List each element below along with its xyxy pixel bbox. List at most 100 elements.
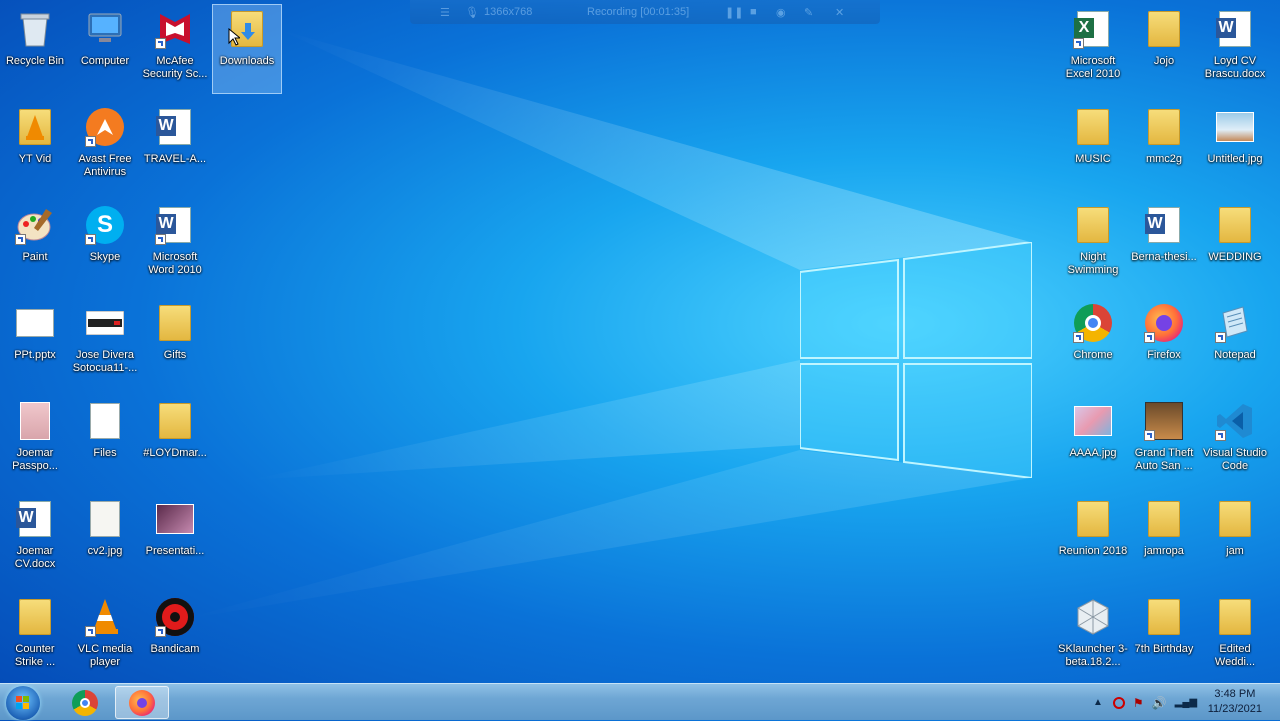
desktop-icon-sklauncher[interactable]: SKlauncher 3-beta.18.2... [1058, 592, 1128, 682]
desktop-icon-presentation[interactable]: Presentati... [140, 494, 210, 584]
volume-icon[interactable]: 🔊 [1152, 696, 1167, 710]
paint-icon [15, 205, 55, 245]
icon-label: Night Swimming [1067, 251, 1119, 276]
desktop-icon-berna-thesis[interactable]: Berna-thesi... [1129, 200, 1199, 290]
icon-label: 7th Birthday [1134, 643, 1194, 655]
folder-icon [1215, 205, 1255, 245]
shortcut-arrow-icon [1215, 332, 1226, 343]
firefox-icon [129, 689, 155, 716]
icon-label: TRAVEL-A... [143, 153, 207, 165]
desktop-icon-gta[interactable]: Grand Theft Auto San ... [1129, 396, 1199, 486]
desktop-icon-paint[interactable]: Paint [0, 200, 70, 290]
mcafee-icon [155, 9, 195, 49]
desktop-icon-bandicam[interactable]: Bandicam [140, 592, 210, 682]
desktop-icon-counter-strike[interactable]: Counter Strike ... [0, 592, 70, 682]
taskbar-app-chrome[interactable] [58, 686, 112, 719]
shortcut-arrow-icon [1144, 430, 1155, 441]
desktop-icon-music[interactable]: MUSIC [1058, 102, 1128, 192]
network-icon[interactable]: ▂▄▆ [1175, 697, 1197, 708]
image-icon [85, 499, 125, 539]
desktop-icon-jose-divera[interactable]: Jose Divera Sotocua11-... [70, 298, 140, 388]
taskbar: ▲ ⚑ 🔊 ▂▄▆ 3:48 PM 11/23/2021 [0, 683, 1280, 720]
desktop-icon-computer[interactable]: Computer [70, 4, 140, 94]
recording-tray-icon[interactable] [1112, 696, 1125, 709]
show-hidden-icons-icon[interactable]: ▲ [1093, 697, 1103, 708]
excel-icon [1073, 9, 1113, 49]
icon-label: mmc2g [1145, 153, 1183, 165]
clock[interactable]: 3:48 PM 11/23/2021 [1208, 687, 1262, 717]
desktop-icon-downloads[interactable]: Downloads [212, 4, 282, 94]
icon-label: Untitled.jpg [1207, 153, 1263, 165]
icon-label: Avast Free Antivirus [78, 153, 132, 178]
folder-icon [1144, 9, 1184, 49]
desktop-icon-yt-vid[interactable]: YT Vid [0, 102, 70, 192]
icon-label: Skype [89, 251, 121, 263]
clock-date: 11/23/2021 [1207, 703, 1262, 715]
image-icon [1073, 401, 1113, 441]
desktop-icon-mcafee[interactable]: McAfee Security Sc... [140, 4, 210, 94]
mouse-cursor-icon [228, 28, 240, 46]
desktop-icon-excel-2010[interactable]: Microsoft Excel 2010 [1058, 4, 1128, 94]
desktop-icon-joemar-passport[interactable]: Joemar Passpo... [0, 396, 70, 486]
security-tray-icon[interactable]: ⚑ [1133, 696, 1144, 710]
folder-icon [1073, 205, 1113, 245]
shortcut-arrow-icon [1215, 430, 1226, 441]
desktop-icon-cv2[interactable]: cv2.jpg [70, 494, 140, 584]
desktop-icon-files[interactable]: Files [70, 396, 140, 486]
shortcut-arrow-icon [1144, 332, 1155, 343]
desktop-icon-gifts[interactable]: Gifts [140, 298, 210, 388]
chrome-icon [72, 689, 98, 716]
icon-label: Microsoft Excel 2010 [1065, 55, 1121, 80]
image-icon [15, 401, 55, 441]
desktop-icon-night-swimming[interactable]: Night Swimming [1058, 200, 1128, 290]
desktop-icon-chrome[interactable]: Chrome [1058, 298, 1128, 388]
desktop-icon-jojo[interactable]: Jojo [1129, 4, 1199, 94]
icon-label: Counter Strike ... [14, 643, 56, 668]
desktop-icon-jam[interactable]: jam [1200, 494, 1270, 584]
notepad-icon [1215, 303, 1255, 343]
desktop-icon-7th-birthday[interactable]: 7th Birthday [1129, 592, 1199, 682]
desktop-icon-mmc2g[interactable]: mmc2g [1129, 102, 1199, 192]
clock-time: 3:48 PM [1214, 688, 1256, 700]
icon-label: WEDDING [1208, 251, 1262, 263]
desktop-icon-firefox[interactable]: Firefox [1129, 298, 1199, 388]
desktop-icon-untitled-jpg[interactable]: Untitled.jpg [1200, 102, 1270, 192]
desktop-icon-word-2010[interactable]: Microsoft Word 2010 [140, 200, 210, 290]
recycle-bin-icon [15, 9, 55, 49]
icon-label: SKlauncher 3-beta.18.2... [1058, 643, 1128, 668]
desktop-icon-edited-wedding[interactable]: Edited Weddi... [1200, 592, 1270, 682]
folder-icon [155, 303, 195, 343]
desktop-icon-recycle-bin[interactable]: Recycle Bin [0, 4, 70, 94]
folder-icon [155, 401, 195, 441]
desktop-icon-loydmar[interactable]: #LOYDmar... [140, 396, 210, 486]
shortcut-arrow-icon [1073, 38, 1084, 49]
desktop-icon-avast[interactable]: Avast Free Antivirus [70, 102, 140, 192]
desktop-icon-travel-doc[interactable]: TRAVEL-A... [140, 102, 210, 192]
desktop-icon-vscode[interactable]: Visual Studio Code [1200, 396, 1270, 486]
start-button[interactable] [6, 686, 40, 720]
desktop-icon-ppt[interactable]: PPt.pptx [0, 298, 70, 388]
desktop-icon-notepad[interactable]: Notepad [1200, 298, 1270, 388]
desktop-icon-loyd-cv[interactable]: Loyd CV Brascu.docx [1200, 4, 1270, 94]
chrome-icon [1073, 303, 1113, 343]
desktop-icon-reunion-2018[interactable]: Reunion 2018 [1058, 494, 1128, 584]
icon-label: cv2.jpg [87, 545, 123, 557]
icon-label: #LOYDmar... [143, 447, 207, 459]
desktop-icon-skype[interactable]: S Skype [70, 200, 140, 290]
desktop: Recycle Bin Computer McAfee Security Sc.… [0, 0, 1280, 683]
desktop-icon-vlc[interactable]: VLC media player [70, 592, 140, 682]
icon-label: Edited Weddi... [1214, 643, 1256, 668]
taskbar-app-firefox[interactable] [115, 686, 169, 719]
sklauncher-icon [1073, 597, 1113, 637]
image-icon [1215, 107, 1255, 147]
icon-label: Firefox [1147, 349, 1181, 361]
desktop-icon-wedding[interactable]: WEDDING [1200, 200, 1270, 290]
pptx-icon [15, 303, 55, 343]
word-doc-icon [155, 107, 195, 147]
files-icon [85, 401, 125, 441]
desktop-icon-jamropa[interactable]: jamropa [1129, 494, 1199, 584]
icon-label: Chrome [1073, 349, 1113, 361]
icon-label: VLC media player [77, 643, 133, 668]
desktop-icon-aaaa-jpg[interactable]: AAAA.jpg [1058, 396, 1128, 486]
desktop-icon-joemar-cv[interactable]: Joemar CV.docx [0, 494, 70, 584]
